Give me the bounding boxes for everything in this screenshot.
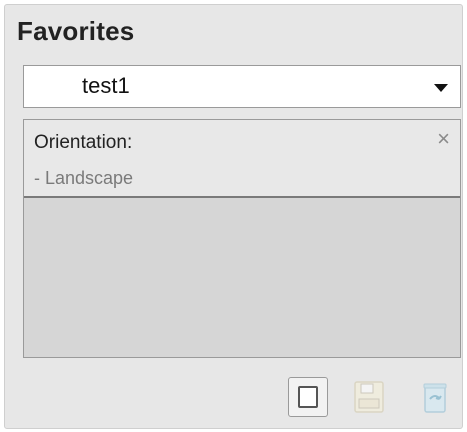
- chevron-down-icon[interactable]: [434, 84, 448, 92]
- setting-label: Orientation:: [34, 132, 133, 153]
- favorite-settings-list: Orientation: × - Landscape: [23, 119, 461, 358]
- new-document-icon: [298, 386, 318, 408]
- setting-value: - Landscape: [34, 168, 134, 188]
- favorites-panel: Favorites test1 Orientation: × - Landsca…: [4, 4, 463, 429]
- favorites-dropdown[interactable]: test1: [23, 65, 461, 108]
- panel-title: Favorites: [17, 16, 135, 46]
- recycle-bin-icon: [423, 383, 447, 413]
- list-item[interactable]: Orientation: × - Landscape: [24, 120, 460, 198]
- delete-button[interactable]: [415, 377, 455, 417]
- dropdown-value: test1: [82, 73, 130, 98]
- save-icon: [354, 381, 384, 413]
- close-icon[interactable]: ×: [437, 128, 450, 150]
- save-button[interactable]: [349, 377, 389, 417]
- new-button[interactable]: [288, 377, 328, 417]
